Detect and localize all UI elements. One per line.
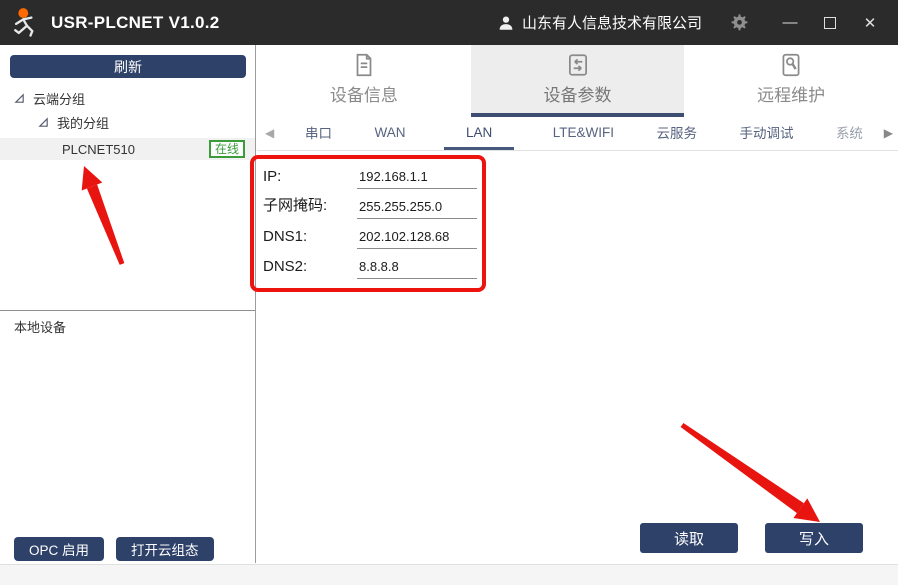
online-status-badge: 在线 <box>209 140 245 158</box>
subnet-mask-input[interactable] <box>357 199 477 219</box>
status-bar <box>0 564 898 585</box>
subtab-manual-debug[interactable]: 手动调试 <box>735 117 797 150</box>
account-name: 山东有人信息技术有限公司 <box>522 12 702 33</box>
tree-expand-icon <box>38 117 49 128</box>
user-icon <box>497 14 515 32</box>
sub-tab-bar: ◀ 串口 WAN LAN LTE&WIFI 云服务 手动调试 系统 ▶ <box>257 117 898 151</box>
account-menu[interactable]: 山东有人信息技术有限公司 <box>497 12 702 33</box>
subtab-cloud-service[interactable]: 云服务 <box>652 117 701 150</box>
minimize-button[interactable]: — <box>770 7 810 39</box>
tab-remote-maintenance[interactable]: 远程维护 <box>684 45 898 117</box>
open-cloud-scada-button[interactable]: 打开云组态 <box>116 537 214 561</box>
subtab-lte-wifi[interactable]: LTE&WIFI <box>549 117 618 150</box>
tab-device-params[interactable]: 设备参数 <box>471 45 685 117</box>
title-bar: USR-PLCNET V1.0.2 山东有人信息技术有限公司 — ✕ <box>0 0 898 45</box>
subnet-mask-label: 子网掩码: <box>263 194 357 219</box>
subtab-wan[interactable]: WAN <box>370 117 409 150</box>
device-name: PLCNET510 <box>62 142 135 157</box>
main-panel: 设备信息 设备参数 远程维护 ◀ 串口 WAN LAN LTE&WIFI 云服务… <box>257 45 898 563</box>
subtab-serial[interactable]: 串口 <box>301 117 336 150</box>
tree-expand-icon <box>14 93 25 104</box>
form-row-subnet: 子网掩码: <box>263 189 477 219</box>
write-button[interactable]: 写入 <box>765 523 863 553</box>
subtab-scroll-left-icon[interactable]: ◀ <box>265 126 274 140</box>
sidebar-divider <box>0 310 255 311</box>
tree-node-device-plcnet510[interactable]: PLCNET510 在线 <box>0 138 255 160</box>
wrench-icon <box>778 52 804 78</box>
tab-label: 设备参数 <box>544 81 612 106</box>
dns1-input[interactable] <box>357 229 477 249</box>
refresh-button[interactable]: 刷新 <box>10 55 246 78</box>
app-title: USR-PLCNET V1.0.2 <box>51 13 220 33</box>
subtab-lan[interactable]: LAN <box>444 117 514 150</box>
opc-enable-button[interactable]: OPC 启用 <box>14 537 104 561</box>
maximize-button[interactable] <box>810 7 850 39</box>
ip-input[interactable] <box>357 169 477 189</box>
transfer-icon <box>565 52 591 78</box>
tree-node-label: 云端分组 <box>33 89 85 108</box>
maximize-icon <box>824 17 836 29</box>
tree-node-cloud-group[interactable]: 云端分组 <box>0 88 255 109</box>
subtab-scroll-right-icon[interactable]: ▶ <box>884 126 893 140</box>
tab-device-info[interactable]: 设备信息 <box>257 45 471 117</box>
dns1-label: DNS1: <box>263 228 357 249</box>
device-sidebar: 刷新 云端分组 我的分组 PLCNET510 在线 本地设备 OPC 启用 打开… <box>0 45 256 563</box>
document-icon <box>351 52 377 78</box>
read-button[interactable]: 读取 <box>640 523 738 553</box>
tab-label: 远程维护 <box>757 81 825 106</box>
usr-logo-icon <box>8 5 44 41</box>
lan-settings-form: IP: 子网掩码: DNS1: DNS2: <box>263 159 477 279</box>
form-row-dns2: DNS2: <box>263 249 477 279</box>
tree-node-my-group[interactable]: 我的分组 <box>0 112 255 133</box>
ip-label: IP: <box>263 168 357 189</box>
form-row-dns1: DNS1: <box>263 219 477 249</box>
tree-node-label: 我的分组 <box>57 113 109 132</box>
close-button[interactable]: ✕ <box>850 7 890 39</box>
dns2-label: DNS2: <box>263 258 357 279</box>
device-tree: 云端分组 我的分组 PLCNET510 在线 <box>0 88 255 160</box>
main-tab-bar: 设备信息 设备参数 远程维护 <box>257 45 898 117</box>
local-devices-label: 本地设备 <box>14 317 66 336</box>
dns2-input[interactable] <box>357 259 477 279</box>
settings-gear-icon[interactable] <box>724 8 754 38</box>
form-row-ip: IP: <box>263 159 477 189</box>
subtab-system[interactable]: 系统 <box>832 117 868 150</box>
tab-label: 设备信息 <box>330 81 398 106</box>
